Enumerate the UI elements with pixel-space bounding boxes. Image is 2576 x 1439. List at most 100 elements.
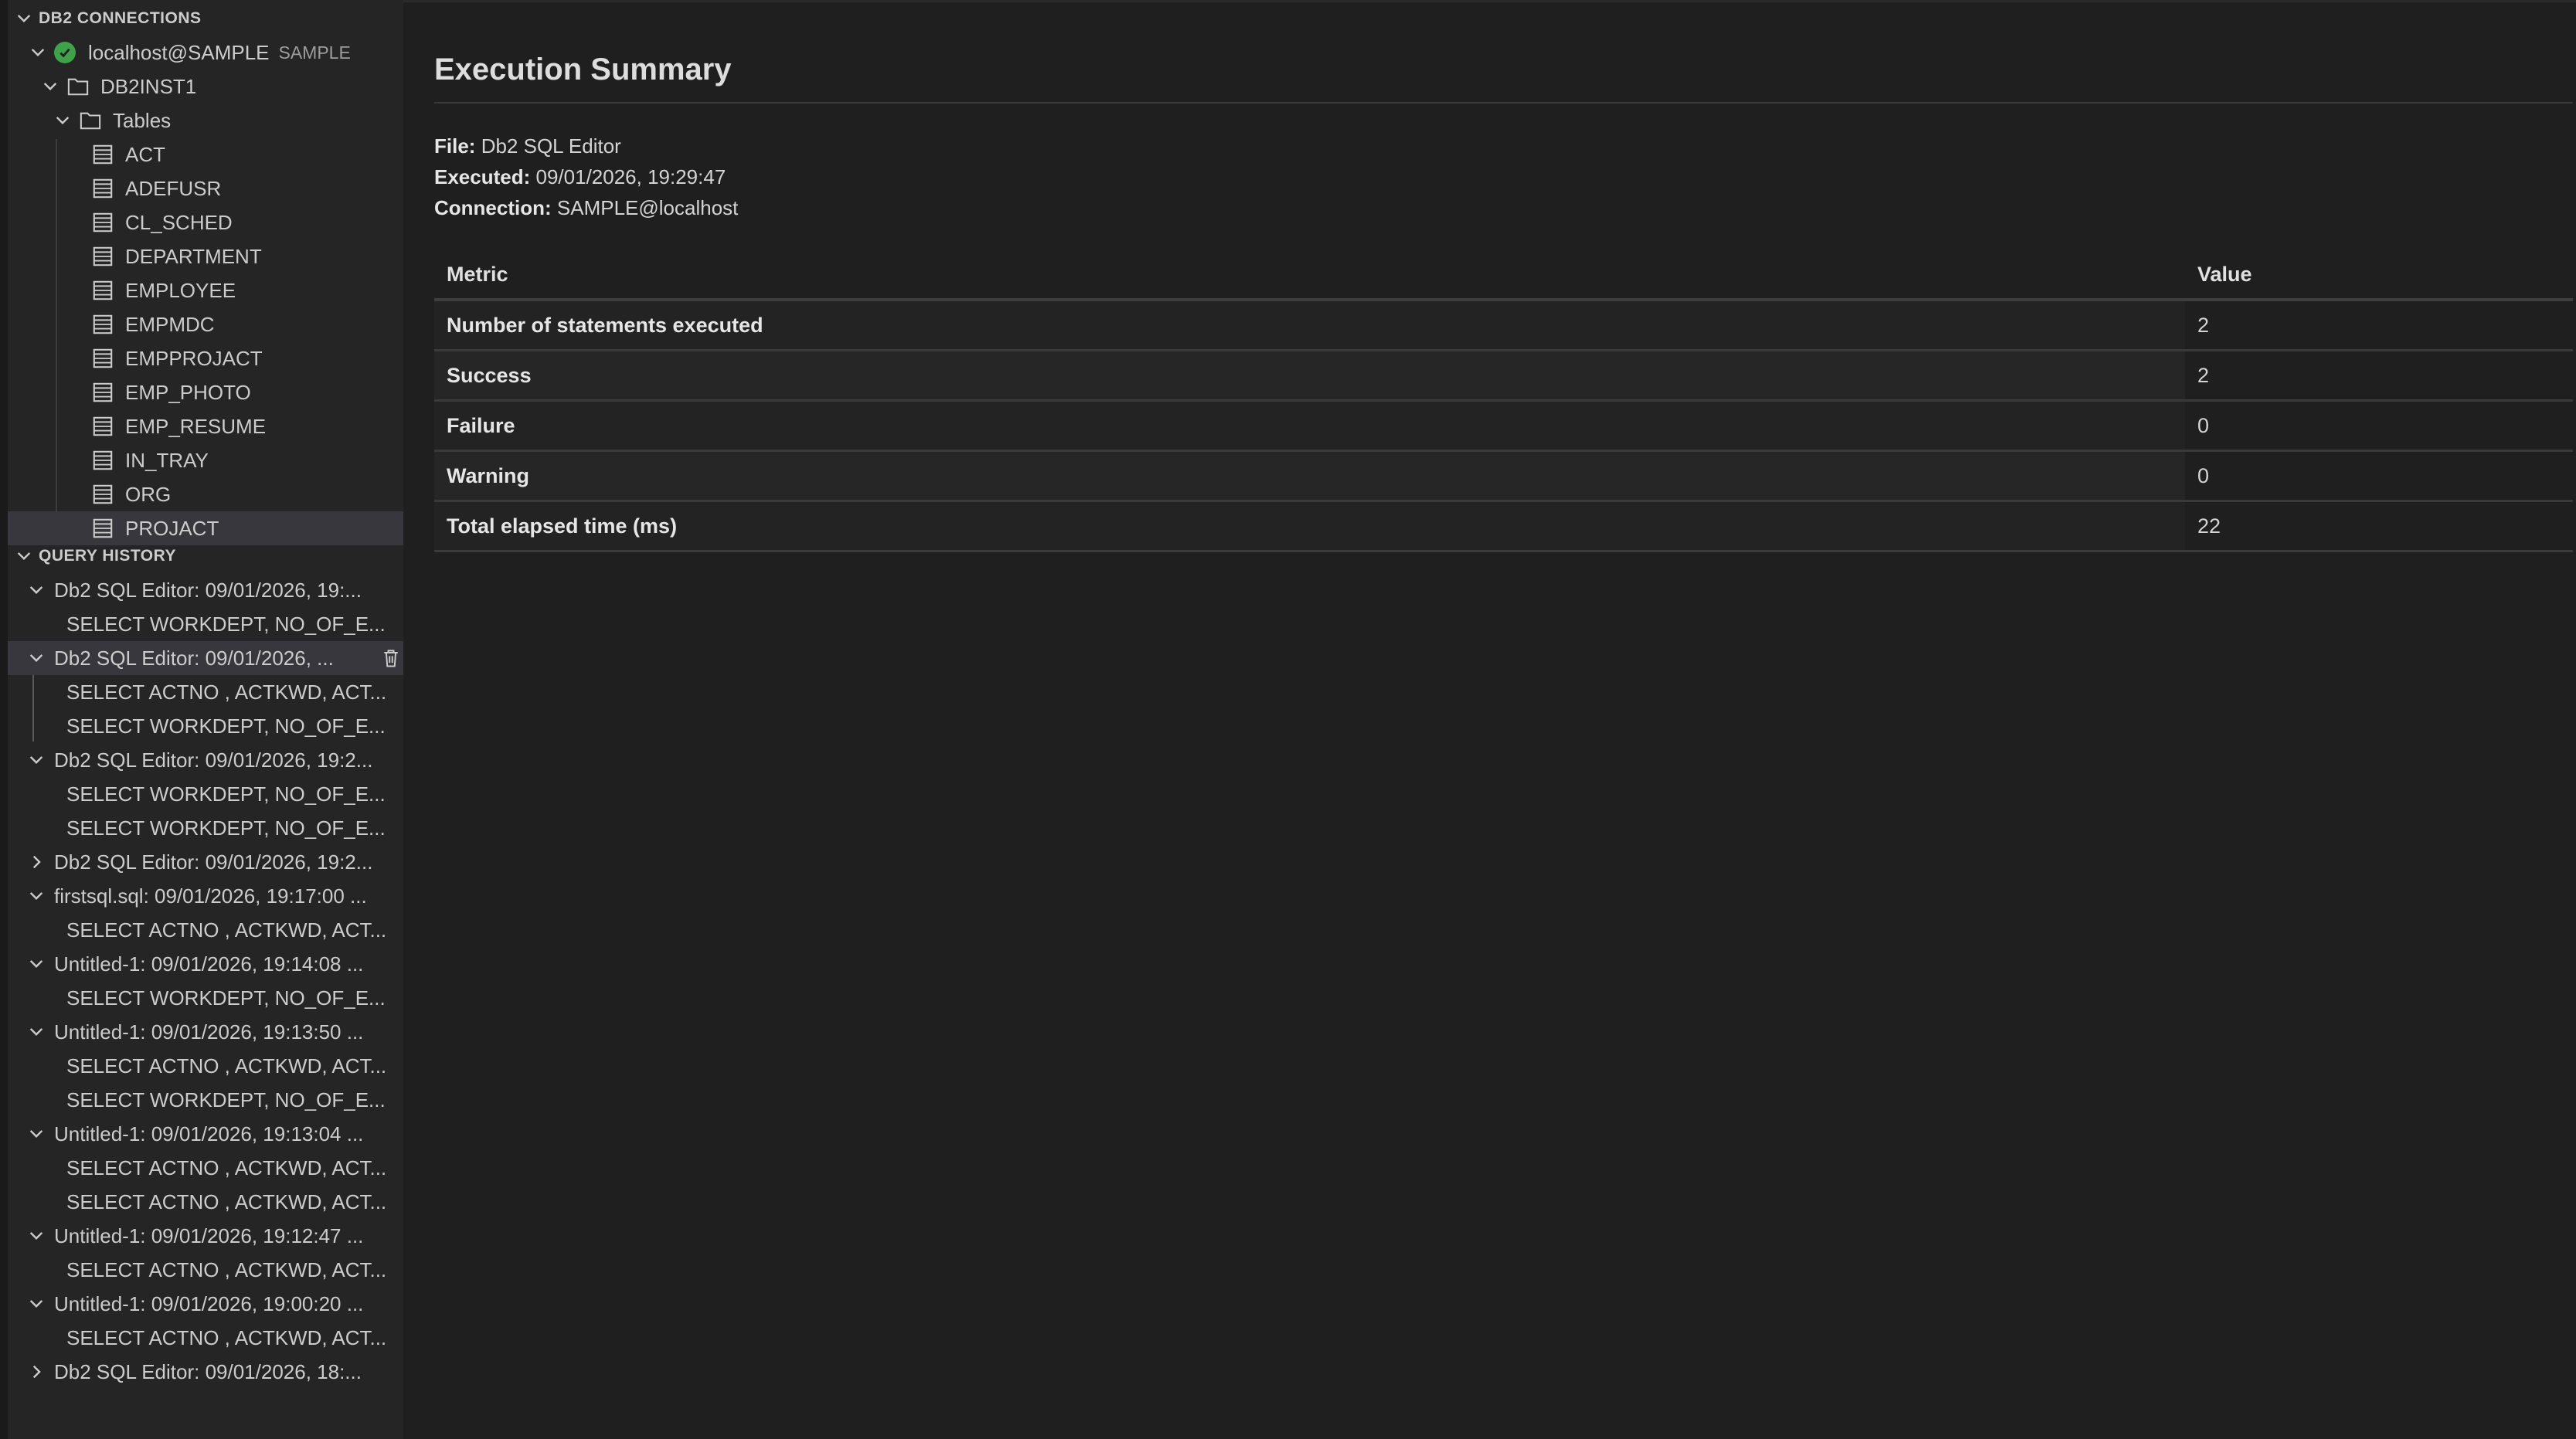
- history-entry[interactable]: Db2 SQL Editor: 09/01/2026, 18:...: [8, 1355, 403, 1389]
- history-statement-label: SELECT ACTNO , ACTKWD, ACT...: [66, 680, 387, 704]
- tab-strip-edge: [403, 0, 2576, 2]
- value-cell: 22: [2185, 501, 2573, 552]
- table-node[interactable]: IN_TRAY: [8, 443, 403, 477]
- section-title: DB2 CONNECTIONS: [39, 9, 202, 27]
- history-entry-label: Untitled-1: 09/01/2026, 19:00:20 ...: [54, 1291, 364, 1315]
- file-meta: File: Db2 SQL Editor: [434, 134, 621, 158]
- history-statement[interactable]: SELECT ACTNO , ACTKWD, ACT...: [8, 1321, 403, 1355]
- history-statement-label: SELECT WORKDEPT, NO_OF_E...: [66, 612, 386, 636]
- history-statement[interactable]: SELECT WORKDEPT, NO_OF_E...: [8, 777, 403, 811]
- history-entry[interactable]: Untitled-1: 09/01/2026, 19:13:04 ...: [8, 1117, 403, 1151]
- summary-table-body: Number of statements executed 2 Success 2 Fa…: [434, 300, 2573, 552]
- trash-icon[interactable]: [380, 647, 402, 669]
- column-header-metric: Metric: [434, 250, 2185, 301]
- table-node[interactable]: ACT: [8, 137, 403, 171]
- history-statement[interactable]: SELECT ACTNO , ACTKWD, ACT...: [8, 913, 403, 947]
- chevron-down-icon: [14, 546, 34, 566]
- history-statement-label: SELECT WORKDEPT, NO_OF_E...: [66, 1088, 386, 1111]
- connection-label: localhost@SAMPLE: [88, 40, 270, 64]
- sidebar: DB2 CONNECTIONS localhost@SAMPLE SAMPLE …: [0, 0, 403, 1439]
- check-circle-icon: [54, 42, 76, 63]
- history-statement[interactable]: SELECT ACTNO , ACTKWD, ACT...: [8, 1253, 403, 1287]
- table-label: ADEFUSR: [125, 176, 222, 200]
- table-label: EMPPROJACT: [125, 346, 263, 370]
- chevron-down-icon: [26, 580, 46, 600]
- metric-cell: Warning: [434, 450, 2185, 502]
- table-node[interactable]: ADEFUSR: [8, 171, 403, 205]
- history-statement-label: SELECT WORKDEPT, NO_OF_E...: [66, 986, 386, 1010]
- activity-edge: [0, 0, 8, 1439]
- table-node[interactable]: EMPPROJACT: [8, 341, 403, 375]
- history-entry-label: Db2 SQL Editor: 09/01/2026, 19:...: [54, 578, 362, 602]
- table-node[interactable]: EMPLOYEE: [8, 273, 403, 307]
- page-title: Execution Summary: [434, 53, 732, 87]
- instance-node[interactable]: DB2INST1: [8, 70, 403, 104]
- table-icon: [91, 144, 114, 165]
- metric-cell: Number of statements executed: [434, 300, 2185, 351]
- table-label: EMP_PHOTO: [125, 380, 251, 404]
- table-icon: [91, 178, 114, 199]
- table-row: Failure 0: [434, 400, 2573, 452]
- chevron-right-icon: [26, 1362, 46, 1382]
- chevron-down-icon: [26, 1022, 46, 1042]
- history-entry[interactable]: Untitled-1: 09/01/2026, 19:14:08 ...: [8, 947, 403, 981]
- app-window: DB2 CONNECTIONS localhost@SAMPLE SAMPLE …: [0, 0, 2576, 1439]
- table-label: CL_SCHED: [125, 210, 233, 234]
- history-entry-label: Db2 SQL Editor: 09/01/2026, 18:...: [54, 1359, 362, 1383]
- table-label: DEPARTMENT: [125, 244, 262, 268]
- history-statement-label: SELECT ACTNO , ACTKWD, ACT...: [66, 1257, 387, 1281]
- metric-cell: Total elapsed time (ms): [434, 501, 2185, 552]
- history-entry[interactable]: Db2 SQL Editor: 09/01/2026, 19:2...: [8, 845, 403, 879]
- history-statement[interactable]: SELECT ACTNO , ACTKWD, ACT...: [8, 1185, 403, 1219]
- history-entry[interactable]: Untitled-1: 09/01/2026, 19:13:50 ...: [8, 1015, 403, 1049]
- connection-node[interactable]: localhost@SAMPLE SAMPLE: [8, 36, 403, 70]
- history-entry[interactable]: Untitled-1: 09/01/2026, 19:12:47 ...: [8, 1219, 403, 1253]
- history-statement-label: SELECT ACTNO , ACTKWD, ACT...: [66, 1190, 387, 1213]
- chevron-right-icon: [26, 852, 46, 872]
- history-statement[interactable]: SELECT ACTNO , ACTKWD, ACT...: [8, 1049, 403, 1083]
- summary-table: Metric Value Number of statements execut…: [434, 250, 2573, 552]
- history-entry[interactable]: Db2 SQL Editor: 09/01/2026, ...: [8, 641, 403, 675]
- table-label: EMPMDC: [125, 312, 215, 336]
- history-entry[interactable]: Db2 SQL Editor: 09/01/2026, 19:...: [8, 573, 403, 607]
- history-entry-label: Untitled-1: 09/01/2026, 19:13:04 ...: [54, 1122, 364, 1145]
- history-statement[interactable]: SELECT ACTNO , ACTKWD, ACT...: [8, 675, 403, 709]
- history-entry-label: Untitled-1: 09/01/2026, 19:13:50 ...: [54, 1020, 364, 1044]
- table-node[interactable]: ORG: [8, 477, 403, 511]
- editor-panel: Execution Summary File: Db2 SQL Editor E…: [403, 0, 2576, 1439]
- tables-folder-node[interactable]: Tables: [8, 104, 403, 137]
- table-icon: [91, 212, 114, 233]
- value-cell: 2: [2185, 350, 2573, 402]
- history-statement[interactable]: SELECT WORKDEPT, NO_OF_E...: [8, 1083, 403, 1117]
- executed-label: Executed:: [434, 165, 531, 188]
- history-statement[interactable]: SELECT WORKDEPT, NO_OF_E...: [8, 981, 403, 1015]
- chevron-down-icon: [28, 42, 48, 63]
- table-node[interactable]: DEPARTMENT: [8, 239, 403, 273]
- table-node[interactable]: EMP_RESUME: [8, 409, 403, 443]
- chevron-down-icon: [26, 954, 46, 974]
- table-header-row: Metric Value: [434, 250, 2573, 301]
- history-statement[interactable]: SELECT ACTNO , ACTKWD, ACT...: [8, 1151, 403, 1185]
- query-history-header[interactable]: QUERY HISTORY: [8, 539, 403, 573]
- metric-cell: Success: [434, 350, 2185, 402]
- history-entry[interactable]: Untitled-1: 09/01/2026, 19:00:20 ...: [8, 1287, 403, 1321]
- history-statement[interactable]: SELECT WORKDEPT, NO_OF_E...: [8, 607, 403, 641]
- history-entry[interactable]: Db2 SQL Editor: 09/01/2026, 19:2...: [8, 743, 403, 777]
- db2-connections-header[interactable]: DB2 CONNECTIONS: [8, 2, 403, 36]
- history-statement[interactable]: SELECT WORKDEPT, NO_OF_E...: [8, 709, 403, 743]
- table-node[interactable]: EMP_PHOTO: [8, 375, 403, 409]
- history-entry-label: firstsql.sql: 09/01/2026, 19:17:00 ...: [54, 884, 367, 908]
- chevron-down-icon: [26, 886, 46, 906]
- table-node[interactable]: EMPMDC: [8, 307, 403, 341]
- table-row: Number of statements executed 2: [434, 300, 2573, 351]
- chevron-down-icon: [26, 750, 46, 770]
- history-statement[interactable]: SELECT WORKDEPT, NO_OF_E...: [8, 811, 403, 845]
- history-statement-label: SELECT WORKDEPT, NO_OF_E...: [66, 714, 386, 738]
- history-entry-label: Db2 SQL Editor: 09/01/2026, ...: [54, 646, 334, 670]
- history-entry[interactable]: firstsql.sql: 09/01/2026, 19:17:00 ...: [8, 879, 403, 913]
- history-statement-label: SELECT ACTNO , ACTKWD, ACT...: [66, 918, 387, 942]
- table-icon: [91, 314, 114, 335]
- table-node[interactable]: CL_SCHED: [8, 205, 403, 239]
- table-row: Success 2: [434, 350, 2573, 402]
- title-divider: [434, 102, 2573, 104]
